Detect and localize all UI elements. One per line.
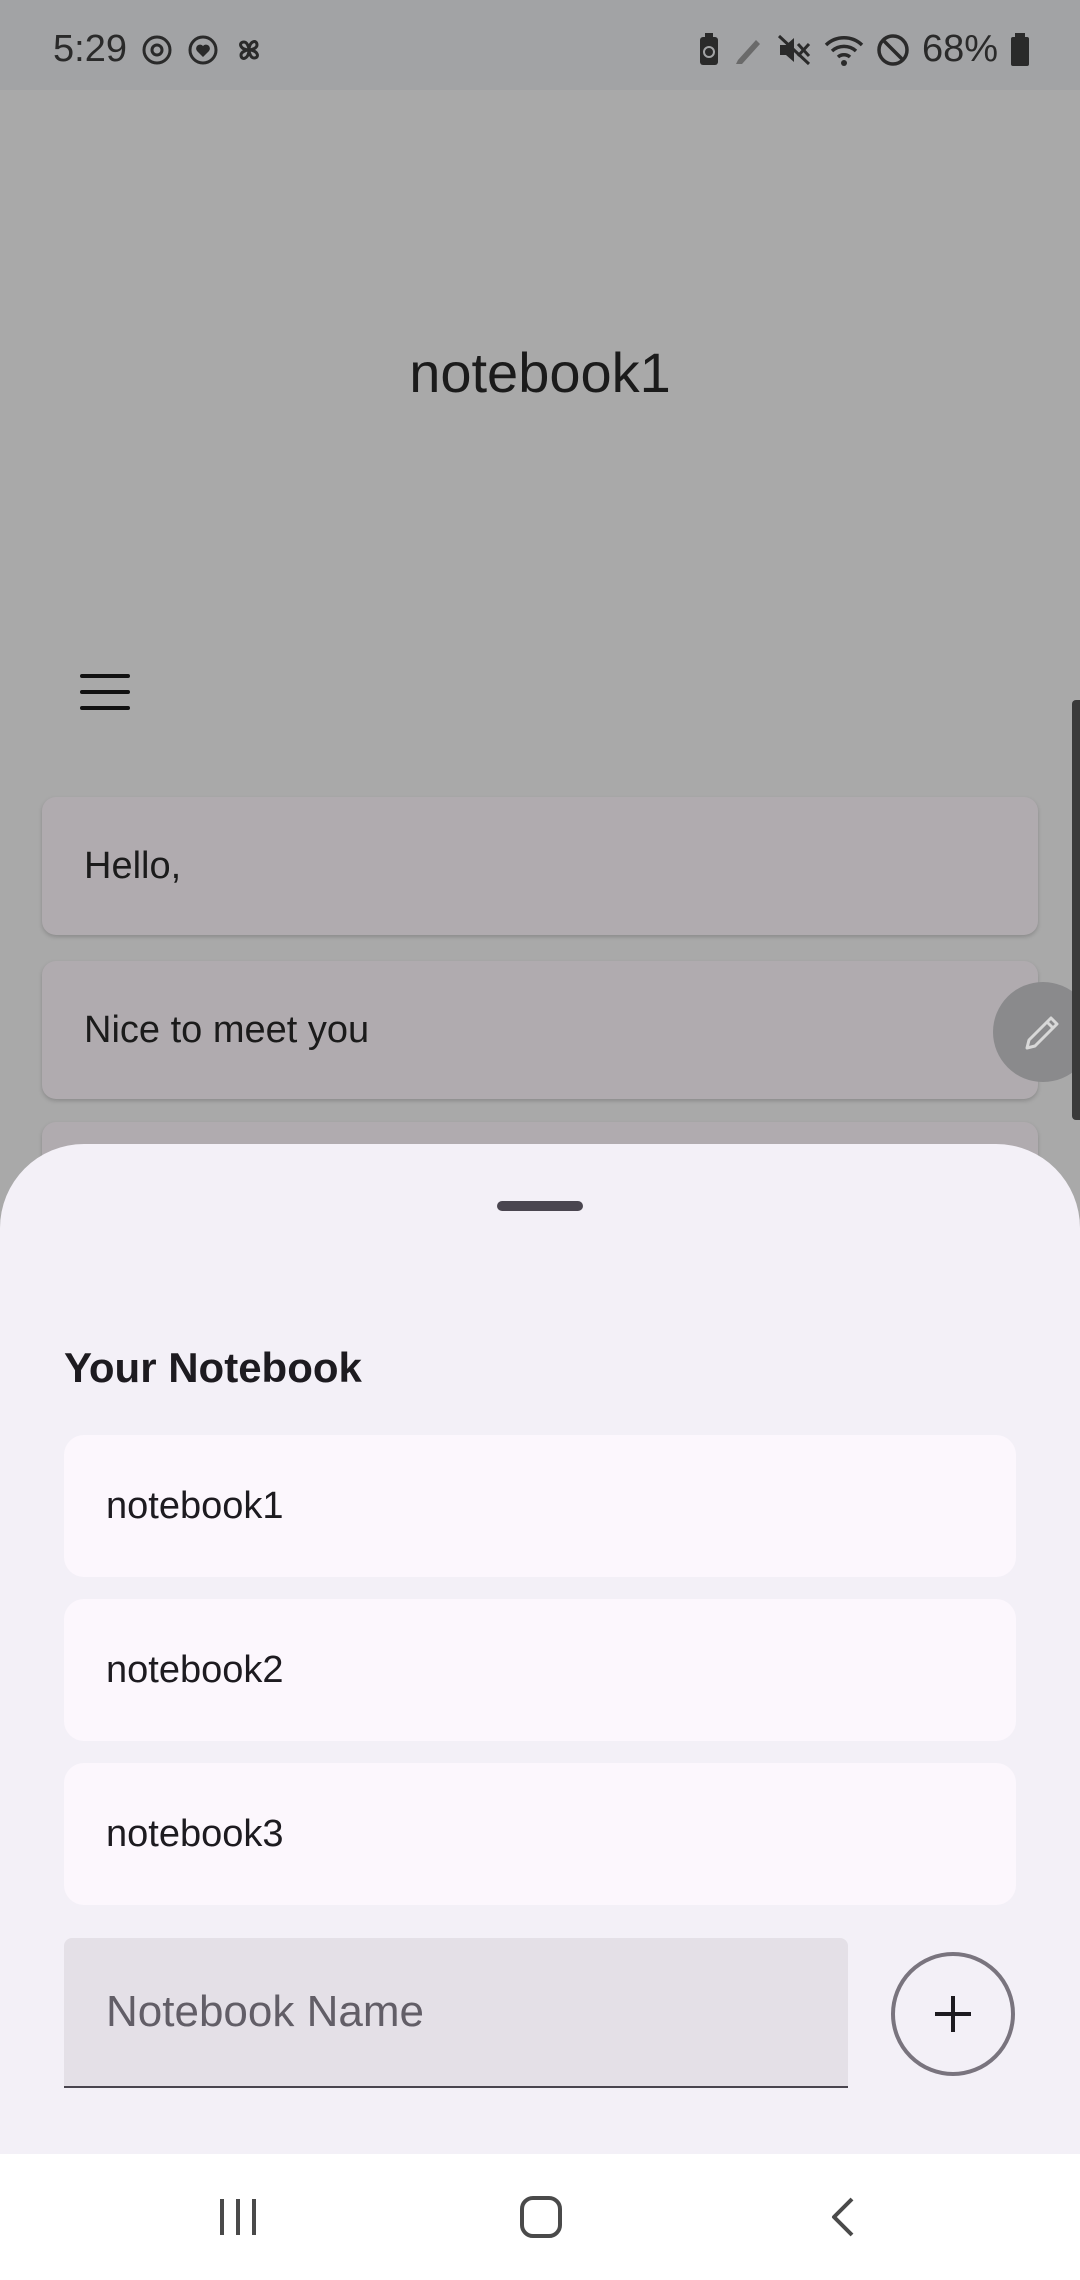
back-icon [832, 2197, 854, 2237]
vpn-icon [142, 35, 172, 65]
scrollbar[interactable] [1072, 700, 1080, 1120]
wifi-icon [824, 35, 864, 66]
notebook-item[interactable]: notebook1 [64, 1435, 1016, 1577]
home-icon [520, 2196, 562, 2238]
pinwheel-icon [239, 40, 259, 60]
battery-percent: 68% [921, 28, 998, 70]
mute-icon [777, 34, 811, 65]
battery-saver-icon [699, 32, 718, 65]
add-notebook-button[interactable] [891, 1952, 1015, 2076]
pen-icon [735, 39, 760, 64]
sheet-title: Your Notebook [64, 1344, 362, 1391]
notebook-name-field [64, 1938, 848, 2088]
recent-apps-button[interactable] [208, 2187, 268, 2247]
notebook-name: notebook2 [106, 1648, 284, 1691]
status-system-icons: 68% [698, 28, 1030, 71]
pencil-icon [1025, 1016, 1059, 1050]
battery-icon [1011, 32, 1029, 66]
home-button[interactable] [511, 2187, 571, 2247]
do-not-disturb-icon [877, 33, 909, 66]
notebook-item[interactable]: notebook2 [64, 1599, 1016, 1741]
status-bar: 5:29 68% [0, 0, 1080, 90]
note-item[interactable]: Hello, [42, 797, 1038, 935]
notebook-bottom-sheet: Your Notebook notebook1 notebook2 notebo… [0, 1144, 1080, 2154]
status-notification-icons [140, 33, 266, 67]
status-time: 5:29 [53, 28, 127, 70]
navigation-bar [0, 2154, 1080, 2280]
note-item[interactable]: Nice to meet you [42, 961, 1038, 1099]
note-text: Nice to meet you [84, 1008, 370, 1051]
menu-icon[interactable] [80, 672, 130, 712]
plus-icon [935, 1996, 971, 2032]
screen: 5:29 68% notebook1 Hello, Nice to meet y… [0, 0, 1080, 2280]
heart-icon [188, 35, 218, 65]
drag-handle[interactable] [497, 1201, 583, 1211]
notebook-item[interactable]: notebook3 [64, 1763, 1016, 1905]
note-text: Hello, [84, 844, 182, 887]
notebook-name: notebook1 [106, 1484, 284, 1527]
recent-apps-icon [220, 2199, 256, 2235]
notebook-name: notebook3 [106, 1812, 284, 1855]
notebook-name-input[interactable] [64, 1938, 848, 2086]
notebook-title: notebook1 [409, 341, 671, 404]
back-button[interactable] [812, 2187, 872, 2247]
